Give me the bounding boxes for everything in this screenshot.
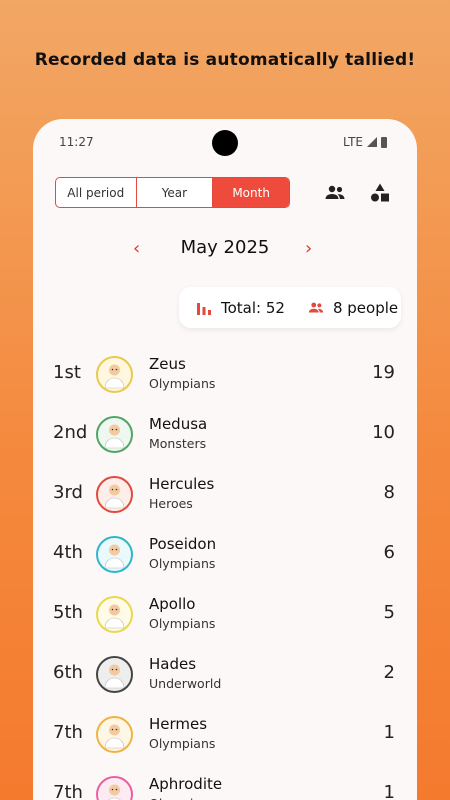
character-avatar [96, 596, 133, 633]
character-avatar [96, 656, 133, 693]
character-avatar [96, 416, 133, 453]
ranking-row[interactable]: 3rd Hercules Heroes 8 [33, 465, 417, 525]
headline: Recorded data is automatically tallied! [34, 50, 416, 70]
ranking-row[interactable]: 2nd Medusa Monsters 10 [33, 405, 417, 465]
character-name: Poseidon [149, 535, 217, 553]
people-icon[interactable] [323, 181, 347, 205]
shapes-icon[interactable] [368, 181, 392, 205]
record-count: 10 [372, 422, 395, 443]
character-avatar [96, 716, 133, 753]
people-icon [308, 302, 324, 312]
ranking-row[interactable]: 5th Apollo Olympians 5 [33, 585, 417, 645]
record-count: 1 [383, 782, 395, 800]
character-avatar [96, 476, 133, 513]
bar-chart-icon [197, 302, 211, 315]
status-time: 11:27 [59, 135, 94, 149]
record-count: 1 [383, 722, 395, 743]
character-avatar [96, 776, 133, 800]
camera-cutout [212, 130, 238, 156]
rank-label: 2nd [53, 422, 88, 443]
character-group: Monsters [149, 436, 207, 451]
record-count: 6 [383, 542, 395, 563]
character-group: Olympians [149, 616, 216, 631]
ranking-row[interactable]: 4th Poseidon Olympians 6 [33, 525, 417, 585]
rank-label: 7th [53, 782, 83, 800]
character-avatar [96, 536, 133, 573]
battery-icon [381, 136, 387, 148]
character-avatar [96, 356, 133, 393]
character-group: Underworld [149, 676, 222, 691]
network-label: LTE [343, 135, 363, 149]
rank-label: 4th [53, 542, 83, 563]
character-group: Olympians [149, 796, 215, 800]
character-name: Zeus [149, 355, 186, 373]
signal-icon [367, 137, 377, 147]
total-label: Total: 52 [221, 298, 285, 317]
ranking-row[interactable]: 6th Hades Underworld 2 [33, 645, 417, 705]
status-bar: 11:27 LTE [33, 119, 417, 165]
people-label: 8 people [332, 298, 399, 317]
tab-month[interactable]: Month [213, 178, 289, 207]
ranking-list: 1st Zeus Olympians 19 2nd Medusa Monster… [33, 345, 417, 800]
ranking-row[interactable]: 7th Aphrodite Olympians 1 [33, 765, 417, 800]
rank-label: 6th [53, 662, 83, 683]
people-summary: 8 people [307, 299, 398, 317]
month-navigator: ‹ May 2025 › [33, 235, 417, 265]
character-name: Hercules [149, 475, 215, 493]
ranking-row[interactable]: 1st Zeus Olympians 19 [33, 345, 417, 405]
character-group: Olympians [149, 736, 216, 751]
character-name: Medusa [149, 415, 208, 433]
rank-label: 5th [53, 602, 83, 623]
record-count: 19 [372, 362, 395, 383]
character-name: Hades [149, 655, 197, 673]
ranking-row[interactable]: 7th Hermes Olympians 1 [33, 705, 417, 765]
character-name: Hermes [149, 715, 208, 733]
rank-label: 1st [53, 362, 81, 383]
record-count: 2 [383, 662, 395, 683]
phone-screen: 11:27 LTE All period Year Month ‹ May 20… [33, 119, 417, 800]
total-summary: Total: 52 [195, 299, 285, 317]
tab-year[interactable]: Year [137, 178, 214, 207]
tab-all-period[interactable]: All period [56, 178, 137, 207]
record-count: 8 [383, 482, 395, 503]
rank-label: 7th [53, 722, 83, 743]
rank-label: 3rd [53, 482, 83, 503]
character-name: Aphrodite [149, 775, 223, 793]
month-label: May 2025 [180, 237, 270, 258]
record-count: 5 [383, 602, 395, 623]
next-month-button[interactable]: › [305, 238, 312, 259]
character-name: Apollo [149, 595, 196, 613]
character-group: Heroes [149, 496, 193, 511]
status-indicators: LTE [343, 135, 387, 149]
character-group: Olympians [149, 376, 216, 391]
period-selector: All period Year Month [55, 177, 290, 208]
summary-card: Total: 52 8 people [179, 287, 401, 328]
character-group: Olympians [149, 556, 216, 571]
